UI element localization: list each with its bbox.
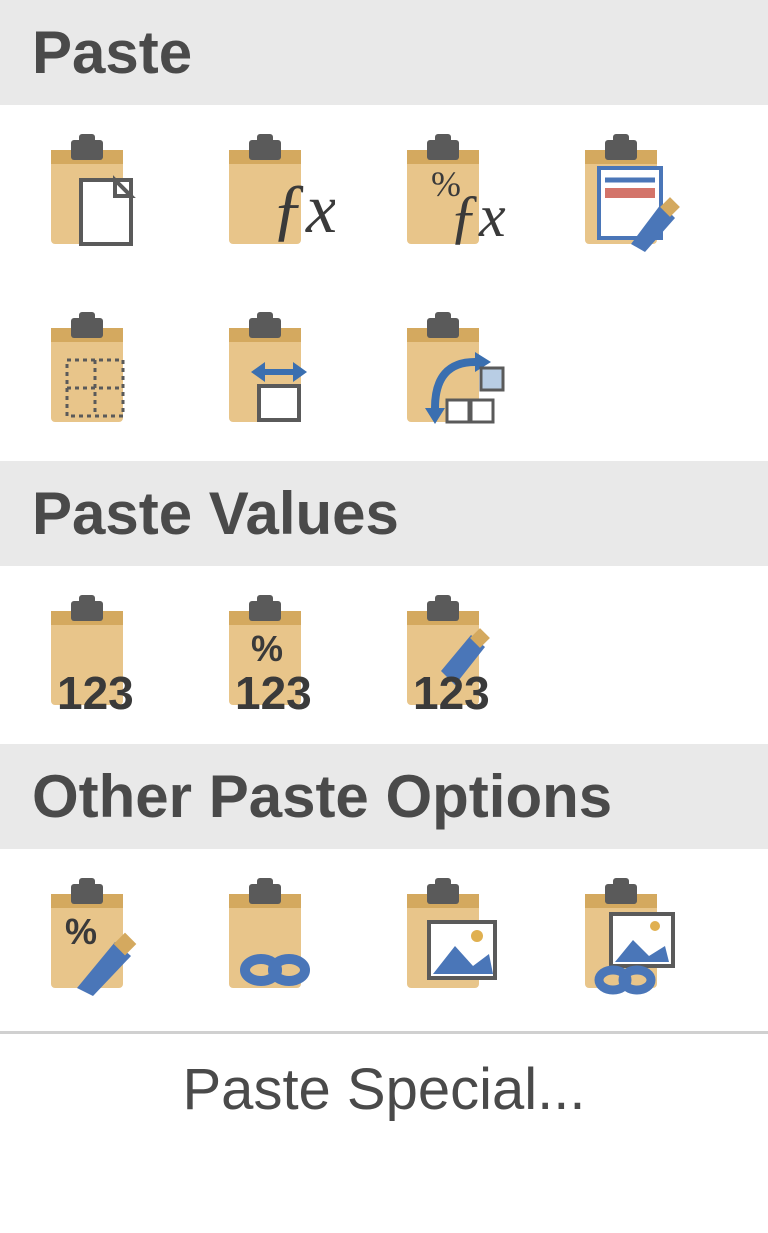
paste-keep-source-button[interactable] — [566, 129, 696, 259]
paste-all-icon — [37, 134, 157, 254]
paste-picture-icon — [393, 878, 513, 998]
paste-values-number-formatting-icon: % 123 — [215, 595, 335, 715]
section-title: Other Paste Options — [32, 763, 612, 830]
svg-text:%: % — [251, 628, 283, 669]
paste-no-borders-icon — [37, 312, 157, 432]
paste-values-icons-row: 123 % 123 123 — [0, 566, 768, 744]
paste-picture-button[interactable] — [388, 873, 518, 1003]
section-header-other-paste: Other Paste Options — [0, 744, 768, 849]
paste-keep-column-widths-icon — [215, 312, 335, 432]
paste-transpose-button[interactable] — [388, 307, 518, 437]
svg-text:123: 123 — [413, 667, 490, 715]
paste-values-number-button[interactable]: % 123 — [210, 590, 340, 720]
paste-linked-picture-icon — [571, 878, 691, 998]
section-header-paste-values: Paste Values — [0, 461, 768, 566]
paste-no-borders-button[interactable] — [32, 307, 162, 437]
paste-all-button[interactable] — [32, 129, 162, 259]
svg-text:123: 123 — [57, 667, 134, 715]
paste-formulas-button[interactable]: ƒx — [210, 129, 340, 259]
paste-keep-source-formatting-icon — [571, 134, 691, 254]
svg-text:123: 123 — [235, 667, 312, 715]
section-title: Paste — [32, 19, 192, 86]
paste-formatting-button[interactable]: % — [32, 873, 162, 1003]
paste-formulas-icon: ƒx — [215, 134, 335, 254]
paste-values-button[interactable]: 123 — [32, 590, 162, 720]
paste-values-source-button[interactable]: 123 — [388, 590, 518, 720]
paste-formatting-icon: % — [37, 878, 157, 998]
svg-text:ƒx: ƒx — [271, 171, 335, 248]
divider — [0, 1031, 768, 1034]
paste-values-source-formatting-icon: 123 — [393, 595, 513, 715]
section-header-paste: Paste — [0, 0, 768, 105]
paste-special-menu-item[interactable]: Paste Special... — [0, 1046, 768, 1123]
paste-icons-row-1: ƒx % ƒx — [0, 105, 768, 283]
paste-values-icon: 123 — [37, 595, 157, 715]
paste-special-label: Paste Special... — [183, 1057, 586, 1122]
section-title: Paste Values — [32, 480, 399, 547]
svg-text:%: % — [65, 911, 97, 952]
paste-transpose-icon — [393, 312, 513, 432]
other-paste-icons-row: % — [0, 849, 768, 1027]
paste-column-widths-button[interactable] — [210, 307, 340, 437]
svg-text:ƒx: ƒx — [449, 183, 506, 249]
paste-link-icon — [215, 878, 335, 998]
paste-icons-row-2 — [0, 283, 768, 461]
paste-linked-picture-button[interactable] — [566, 873, 696, 1003]
paste-formulas-number-button[interactable]: % ƒx — [388, 129, 518, 259]
paste-formulas-number-formatting-icon: % ƒx — [393, 134, 513, 254]
paste-link-button[interactable] — [210, 873, 340, 1003]
